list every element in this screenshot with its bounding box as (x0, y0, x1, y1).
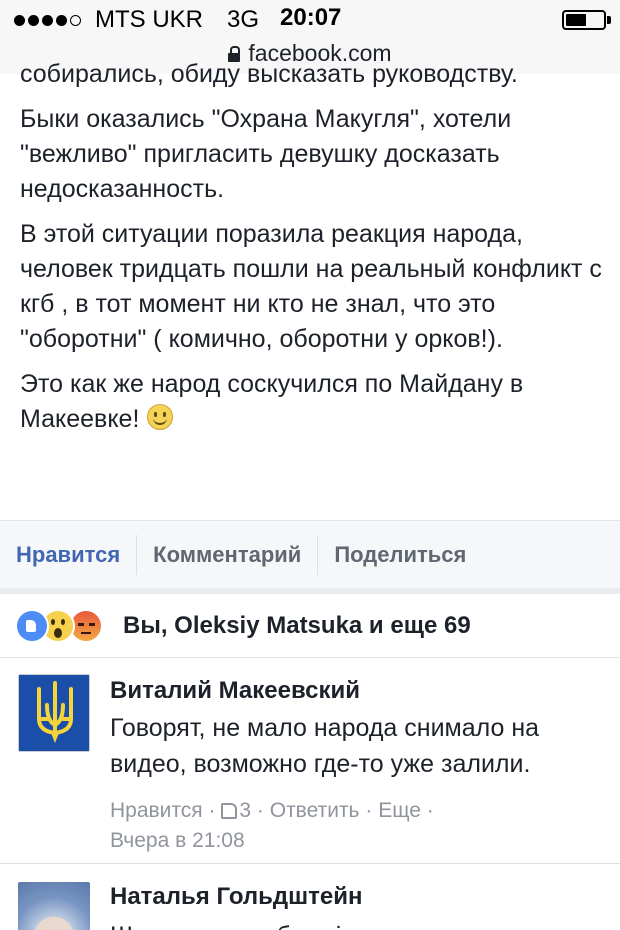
signal-strength-icon (14, 14, 81, 26)
like-button[interactable]: Нравится (0, 534, 138, 575)
comment-meta: Нравится · 3 · Ответить · Еще · (110, 796, 610, 826)
battery-icon (562, 10, 606, 30)
comment-author[interactable]: Виталий Макеевский (110, 676, 610, 706)
comment-text: Шкода народ, без підтримки силуть (110, 918, 610, 930)
comment-like-link[interactable]: Нравится (110, 796, 203, 826)
post-paragraph-last: Это как же народ соскучился по Майдану в… (20, 367, 610, 437)
comment-button[interactable]: Комментарий (137, 534, 319, 575)
battery-tip (607, 16, 611, 24)
post-text-line-cut: собирались, обиду высказать руководству. (20, 60, 518, 88)
comment-more-link[interactable]: Еще (378, 796, 421, 826)
comment-item: Наталья Гольдштейн Шкода народ, без підт… (0, 864, 620, 930)
avatar[interactable] (18, 674, 90, 752)
comment-like-count[interactable]: 3 (239, 796, 251, 826)
post-action-bar: Нравится Комментарий Поделиться (0, 520, 620, 588)
comment-reply-link[interactable]: Ответить (270, 796, 360, 826)
carrier-name: MTS UKR (95, 6, 203, 33)
reactions-summary[interactable]: Вы, Oleksiy Matsuka и еще 69 (0, 594, 620, 658)
post-body: собирались, обиду высказать руководству.… (0, 60, 620, 520)
smiley-emoji-icon (147, 404, 174, 430)
post-paragraph-text: Это как же народ соскучился по Майдану в… (20, 370, 524, 433)
trident-icon (19, 675, 89, 751)
avatar[interactable] (18, 882, 90, 930)
post-paragraph: В этой ситуации поразила реакция народа,… (20, 220, 602, 353)
reactions-summary-text: Вы, Oleksiy Matsuka и еще 69 (123, 611, 471, 639)
status-bar: MTS UKR 3G 20:07 (0, 0, 620, 40)
share-button[interactable]: Поделиться (318, 535, 482, 575)
thumbs-up-icon (221, 803, 238, 819)
comment-text: Говорят, не мало народа снимало на видео… (110, 714, 540, 778)
carrier-area: MTS UKR 3G (14, 6, 259, 34)
comment-author[interactable]: Наталья Гольдштейн (110, 882, 610, 912)
post-paragraph: Быки оказались "Охрана Макугля", хотели … (20, 105, 512, 203)
like-reaction-icon (15, 608, 49, 643)
comment-item: Виталий Макеевский Говорят, не мало наро… (0, 658, 620, 864)
network-type: 3G (227, 6, 260, 33)
clock: 20:07 (280, 4, 342, 31)
reaction-icons (15, 608, 111, 643)
comment-timestamp[interactable]: Вчера в 21:08 (110, 826, 610, 856)
